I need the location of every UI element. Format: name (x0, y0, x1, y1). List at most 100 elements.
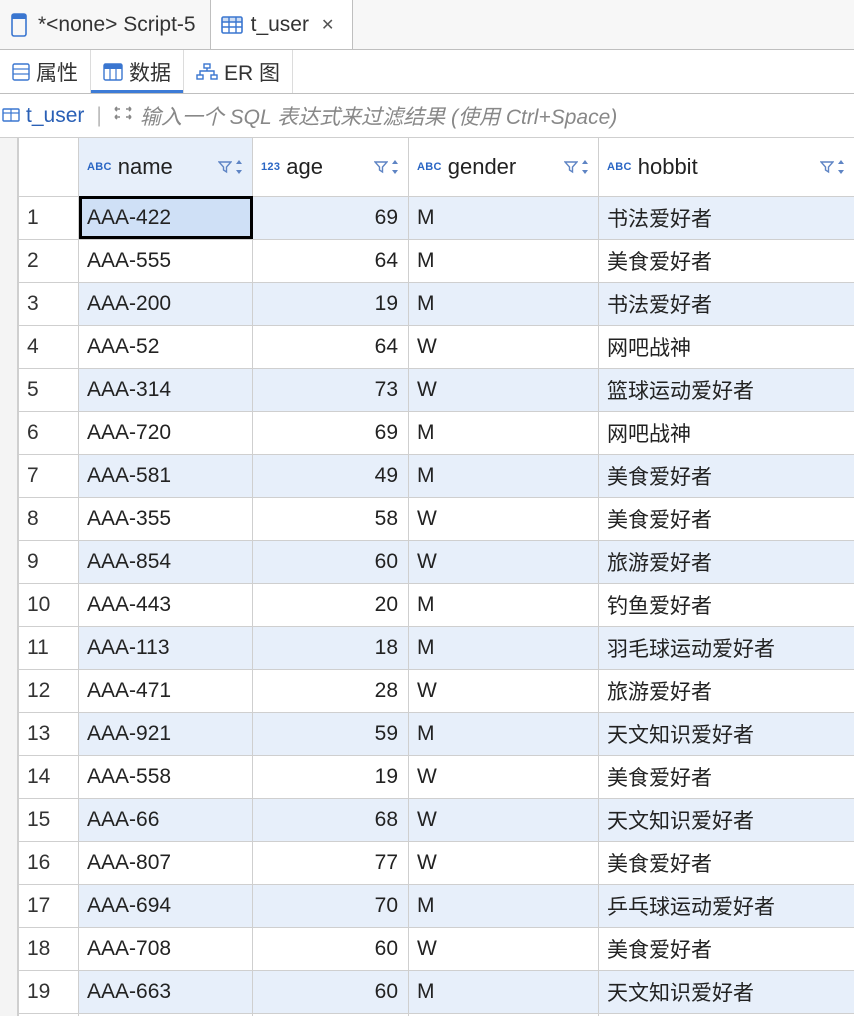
cell-name[interactable]: AAA-422 (79, 196, 253, 239)
filter-icon[interactable] (820, 160, 834, 174)
cell-gender[interactable]: M (409, 712, 599, 755)
cell-age[interactable]: 60 (253, 540, 409, 583)
cell-name[interactable]: AAA-443 (79, 583, 253, 626)
cell-name[interactable]: AAA-720 (79, 411, 253, 454)
cell-hobbit[interactable]: 网吧战神 (599, 411, 854, 454)
cell-name[interactable]: AAA-807 (79, 841, 253, 884)
cell-gender[interactable]: M (409, 970, 599, 1013)
sort-icon[interactable] (390, 159, 400, 175)
expand-icon[interactable] (114, 104, 132, 128)
rownum-cell[interactable]: 4 (19, 325, 79, 368)
cell-hobbit[interactable]: 书法爱好者 (599, 196, 854, 239)
cell-gender[interactable]: M (409, 884, 599, 927)
cell-hobbit[interactable]: 旅游爱好者 (599, 540, 854, 583)
close-icon[interactable]: ✕ (317, 15, 338, 35)
cell-age[interactable]: 19 (253, 755, 409, 798)
cell-name[interactable]: AAA-558 (79, 755, 253, 798)
cell-gender[interactable]: W (409, 325, 599, 368)
cell-gender[interactable]: W (409, 540, 599, 583)
cell-age[interactable]: 64 (253, 325, 409, 368)
sort-icon[interactable] (836, 159, 846, 175)
cell-hobbit[interactable]: 天文知识爱好者 (599, 970, 854, 1013)
rownum-cell[interactable]: 19 (19, 970, 79, 1013)
cell-age[interactable]: 58 (253, 497, 409, 540)
cell-age[interactable]: 20 (253, 583, 409, 626)
filter-icon[interactable] (218, 160, 232, 174)
cell-age[interactable]: 49 (253, 454, 409, 497)
cell-gender[interactable]: M (409, 411, 599, 454)
cell-age[interactable]: 69 (253, 196, 409, 239)
tab-er-diagram[interactable]: ER 图 (184, 50, 293, 93)
cell-hobbit[interactable]: 网吧战神 (599, 325, 854, 368)
cell-name[interactable]: AAA-663 (79, 970, 253, 1013)
sort-icon[interactable] (234, 159, 244, 175)
cell-gender[interactable]: M (409, 282, 599, 325)
rownum-cell[interactable]: 8 (19, 497, 79, 540)
rownum-cell[interactable]: 11 (19, 626, 79, 669)
rownum-cell[interactable]: 3 (19, 282, 79, 325)
rownum-cell[interactable]: 15 (19, 798, 79, 841)
cell-age[interactable]: 28 (253, 669, 409, 712)
cell-age[interactable]: 19 (253, 282, 409, 325)
column-header-gender[interactable]: ABC gender (409, 138, 599, 196)
cell-name[interactable]: AAA-921 (79, 712, 253, 755)
cell-hobbit[interactable]: 美食爱好者 (599, 239, 854, 282)
cell-age[interactable]: 60 (253, 927, 409, 970)
breadcrumb-table[interactable]: t_user (0, 104, 84, 128)
cell-hobbit[interactable]: 钓鱼爱好者 (599, 583, 854, 626)
cell-name[interactable]: AAA-708 (79, 927, 253, 970)
cell-name[interactable]: AAA-854 (79, 540, 253, 583)
cell-hobbit[interactable]: 书法爱好者 (599, 282, 854, 325)
cell-age[interactable]: 18 (253, 626, 409, 669)
rownum-cell[interactable]: 18 (19, 927, 79, 970)
rownum-cell[interactable]: 17 (19, 884, 79, 927)
rownum-cell[interactable]: 13 (19, 712, 79, 755)
cell-name[interactable]: AAA-200 (79, 282, 253, 325)
cell-name[interactable]: AAA-66 (79, 798, 253, 841)
rownum-cell[interactable]: 16 (19, 841, 79, 884)
rownum-cell[interactable]: 12 (19, 669, 79, 712)
rownum-cell[interactable]: 1 (19, 196, 79, 239)
cell-hobbit[interactable]: 美食爱好者 (599, 454, 854, 497)
cell-gender[interactable]: M (409, 239, 599, 282)
cell-name[interactable]: AAA-52 (79, 325, 253, 368)
filter-icon[interactable] (374, 160, 388, 174)
cell-gender[interactable]: W (409, 841, 599, 884)
cell-gender[interactable]: W (409, 368, 599, 411)
cell-name[interactable]: AAA-694 (79, 884, 253, 927)
cell-age[interactable]: 73 (253, 368, 409, 411)
cell-gender[interactable]: M (409, 626, 599, 669)
cell-hobbit[interactable]: 美食爱好者 (599, 927, 854, 970)
tab-properties[interactable]: 属性 (0, 50, 91, 93)
tab-data[interactable]: 数据 (91, 50, 184, 93)
cell-gender[interactable]: M (409, 196, 599, 239)
column-header-age[interactable]: 123 age (253, 138, 409, 196)
cell-hobbit[interactable]: 美食爱好者 (599, 497, 854, 540)
rownum-header[interactable] (19, 138, 79, 196)
cell-gender[interactable]: M (409, 454, 599, 497)
rownum-cell[interactable]: 9 (19, 540, 79, 583)
cell-hobbit[interactable]: 篮球运动爱好者 (599, 368, 854, 411)
cell-age[interactable]: 68 (253, 798, 409, 841)
cell-hobbit[interactable]: 乒乓球运动爱好者 (599, 884, 854, 927)
cell-gender[interactable]: W (409, 497, 599, 540)
cell-hobbit[interactable]: 天文知识爱好者 (599, 798, 854, 841)
cell-gender[interactable]: W (409, 798, 599, 841)
cell-hobbit[interactable]: 美食爱好者 (599, 755, 854, 798)
cell-age[interactable]: 70 (253, 884, 409, 927)
rownum-cell[interactable]: 10 (19, 583, 79, 626)
cell-hobbit[interactable]: 天文知识爱好者 (599, 712, 854, 755)
rownum-cell[interactable]: 2 (19, 239, 79, 282)
rownum-cell[interactable]: 5 (19, 368, 79, 411)
filter-input[interactable]: 输入一个 SQL 表达式来过滤结果 (使用 Ctrl+Space) (140, 101, 617, 131)
cell-hobbit[interactable]: 旅游爱好者 (599, 669, 854, 712)
cell-name[interactable]: AAA-555 (79, 239, 253, 282)
cell-age[interactable]: 77 (253, 841, 409, 884)
cell-age[interactable]: 64 (253, 239, 409, 282)
editor-tab-script[interactable]: *<none> Script-5 (0, 0, 211, 49)
cell-hobbit[interactable]: 美食爱好者 (599, 841, 854, 884)
cell-name[interactable]: AAA-314 (79, 368, 253, 411)
rownum-cell[interactable]: 7 (19, 454, 79, 497)
cell-gender[interactable]: M (409, 583, 599, 626)
column-header-name[interactable]: ABC name (79, 138, 253, 196)
